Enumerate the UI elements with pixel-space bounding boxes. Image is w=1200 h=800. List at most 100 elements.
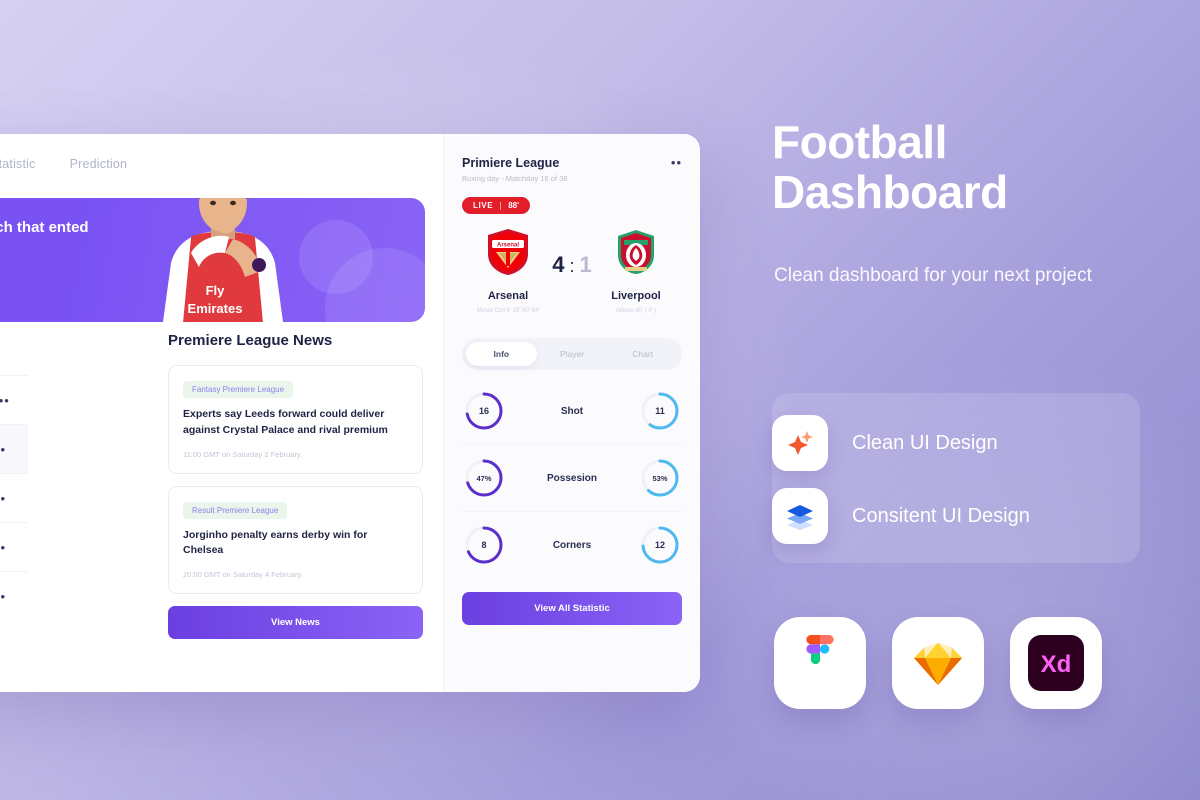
away-team-name: Liverpool: [611, 290, 661, 302]
sparkle-icon: [772, 415, 828, 471]
home-stat-value: 47%: [476, 473, 492, 483]
stats-list: 16 Shot 11 47% Possesion 53% 8 Corners 1…: [462, 378, 682, 578]
news-headline: Jorginho penalty earns derby win for Che…: [183, 528, 368, 557]
more-dots-icon[interactable]: ••: [0, 394, 10, 407]
stat-label: Corners: [552, 539, 592, 551]
banner-title: bscribe to enjoy every match that ented: [0, 219, 89, 236]
news-headline: Experts say Leeds forward could deliver …: [183, 408, 388, 436]
badge-divider: [500, 201, 502, 210]
news-tag: Result Premiere League: [183, 501, 288, 519]
svg-text:Arsenal: Arsenal: [497, 243, 519, 249]
home-score: 4: [552, 252, 565, 277]
match-panel-header: Primiere League Boxing day - Matchday 16…: [462, 156, 682, 183]
arsenal-crest: Arsenal: [488, 229, 528, 275]
more-dots-icon[interactable]: ••: [0, 590, 6, 603]
figma-logo-tile: [774, 617, 866, 709]
home-team[interactable]: Arsenal Arsenal Mesut Ozil 6' 25' 60' 84…: [466, 228, 550, 316]
tab-prediction[interactable]: Prediction: [70, 157, 128, 171]
stat-row-corners: 8 Corners 12: [462, 512, 682, 578]
adobe-xd-logo: Xd: [1028, 635, 1084, 691]
away-stat-value: 53%: [652, 473, 668, 483]
league-item-bundesliga[interactable]: sliga y ••: [0, 424, 28, 473]
promo-title: Football Dashboard: [772, 116, 1008, 218]
view-all-statistic-button[interactable]: View All Statistic: [462, 592, 682, 625]
score-separator: :: [569, 256, 575, 276]
league-item-eredivisie[interactable]: isie 1 rnds ••: [0, 571, 28, 620]
football-player-photo: Fly Emirates: [163, 198, 283, 322]
svg-text:Fly: Fly: [206, 283, 226, 298]
scoreboard: Arsenal Arsenal Mesut Ozil 6' 25' 60' 84…: [462, 228, 682, 316]
league-item-epl[interactable]: er League (EPL) ••: [0, 375, 28, 424]
live-status-badge: LIVE 88': [462, 197, 530, 214]
away-stat-ring: 53%: [640, 458, 680, 498]
promo-title-line1: Football: [772, 116, 947, 168]
match-panel: Primiere League Boxing day - Matchday 16…: [443, 134, 700, 692]
stat-label: Possesion: [546, 472, 598, 484]
match-meta: Boxing day - Matchday 16 of 38: [462, 174, 568, 183]
dashboard-window: atches Statistic Prediction bscribe to e…: [0, 134, 700, 692]
home-stat-ring: 47%: [464, 458, 504, 498]
banner-subtitle: d enjoy every world best match: [0, 248, 136, 258]
feature-clean-ui: Clean UI Design: [772, 415, 998, 471]
away-team[interactable]: Liverpool Allison 40' ( P ): [594, 228, 678, 316]
more-dots-icon[interactable]: ••: [0, 541, 6, 554]
promo-panel: Football Dashboard Clean dashboard for y…: [772, 0, 1200, 800]
top-navigation: atches Statistic Prediction: [0, 134, 443, 194]
league-item-seriea[interactable]: A ••: [0, 473, 28, 522]
news-card[interactable]: Fantasy Premiere League Experts say Leed…: [168, 365, 423, 474]
live-label: LIVE: [473, 201, 494, 210]
league-list: ootball er League (EPL) •• sliga y •• A: [0, 332, 28, 620]
match-league-title: Primiere League: [462, 156, 560, 170]
tool-logos: Xd: [774, 617, 1102, 709]
away-stat-ring: 11: [640, 391, 680, 431]
news-tag: Fantasy Premiere League: [183, 381, 294, 398]
tab-info[interactable]: Info: [466, 342, 537, 366]
away-team-scorers: Allison 40' ( P ): [615, 308, 657, 314]
view-news-button[interactable]: View News: [168, 606, 423, 639]
away-stat-value: 12: [654, 540, 665, 550]
news-timestamp: 20:00 GMT on Saturday 4 February.: [183, 570, 303, 579]
away-stat-ring: 12: [640, 525, 680, 565]
live-minute: 88': [508, 201, 519, 210]
news-section: Premiere League News Fantasy Premiere Le…: [168, 332, 423, 639]
more-dots-icon[interactable]: ••: [671, 156, 682, 169]
stat-row-possesion: 47% Possesion 53%: [462, 445, 682, 512]
home-team-scorers: Mesut Ozil 6' 25' 60' 84': [476, 308, 540, 314]
news-section-title: Premiere League News: [168, 332, 333, 349]
news-card[interactable]: Result Premiere League Jorginho penalty …: [168, 485, 423, 594]
dashboard-main-area: atches Statistic Prediction bscribe to e…: [0, 134, 443, 692]
liverpool-crest: [617, 230, 654, 274]
away-score: 1: [579, 252, 592, 277]
more-dots-icon[interactable]: ••: [0, 443, 6, 456]
league-item-ligue1[interactable]: e 1 ••: [0, 522, 28, 571]
sketch-logo: [914, 643, 962, 685]
stat-row-shot: 16 Shot 11: [462, 378, 682, 445]
stats-tab-group: Info Player Chart: [462, 338, 682, 370]
away-stat-value: 11: [655, 406, 665, 416]
figma-logo: [806, 635, 834, 665]
adobe-xd-logo-tile: Xd: [1010, 617, 1102, 709]
home-stat-value: 8: [481, 540, 487, 550]
home-stat-ring: 16: [464, 391, 504, 431]
home-stat-value: 16: [478, 406, 489, 416]
sketch-logo-tile: [892, 617, 984, 709]
tab-statistic[interactable]: Statistic: [0, 157, 36, 171]
tab-chart[interactable]: Chart: [607, 342, 678, 366]
home-stat-ring: 8: [464, 525, 504, 565]
svg-text:Emirates: Emirates: [188, 301, 243, 316]
svg-text:Xd: Xd: [1041, 651, 1072, 678]
feature-consistent-ui: Consitent UI Design: [772, 488, 1030, 544]
stat-label: Shot: [560, 405, 584, 417]
subscribe-banner[interactable]: bscribe to enjoy every match that ented …: [0, 198, 425, 322]
tab-player[interactable]: Player: [537, 342, 608, 366]
banner-text: bscribe to enjoy every match that ented …: [0, 218, 136, 258]
news-timestamp: 11:00 GMT on Saturday 2 February.: [183, 449, 303, 459]
layers-icon: [772, 488, 828, 544]
score-display: 4 : 1: [552, 228, 592, 278]
home-team-name: Arsenal: [487, 290, 529, 302]
promo-subtitle: Clean dashboard for your next project: [774, 265, 1092, 286]
promo-title-line2: Dashboard: [772, 165, 1008, 218]
feature-label: Clean UI Design: [852, 431, 998, 454]
league-list-title: ootball: [0, 332, 28, 375]
more-dots-icon[interactable]: ••: [0, 492, 6, 505]
